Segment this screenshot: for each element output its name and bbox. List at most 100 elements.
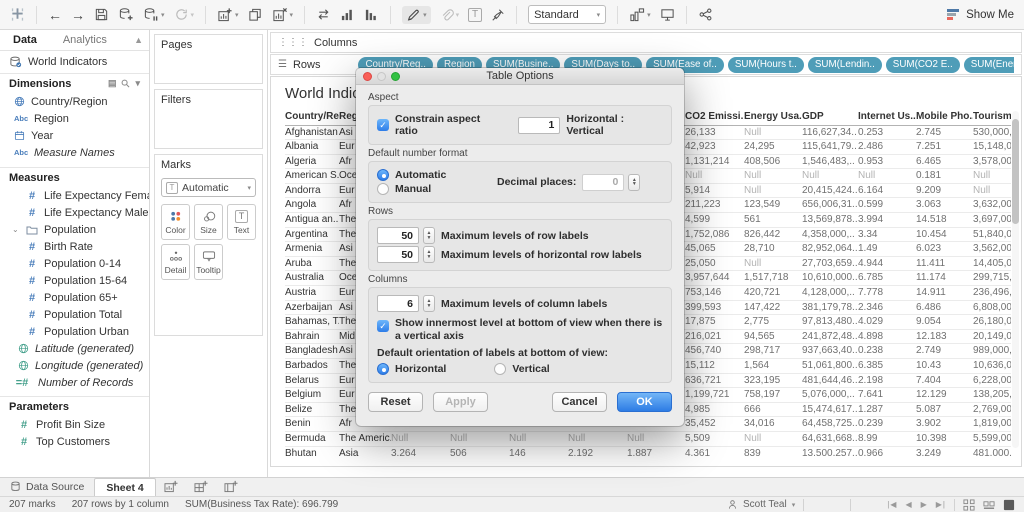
shelf-pill[interactable]: SUM(CO2 E.. [886,57,960,73]
value-cell[interactable]: Null [391,431,450,446]
shelf-pill[interactable]: SUM(Energy.. [964,57,1014,73]
view-list-icon[interactable]: ▤ [108,78,117,89]
value-cell[interactable]: 138,205,0.. [973,388,1011,403]
value-cell[interactable]: 5,914 [685,183,744,198]
value-cell[interactable]: 666 [744,402,802,417]
row-header-cell[interactable]: Belize [285,402,339,417]
value-cell[interactable]: 0.966 [858,446,916,456]
value-cell[interactable]: 3.34 [858,227,916,242]
horizontal-row-levels-stepper[interactable]: ▲▼ [423,246,435,263]
value-cell[interactable]: 0.238 [858,344,916,359]
field-life-expectancy-male[interactable]: #Life Expectancy Male [0,204,149,221]
value-cell[interactable]: 4,361 [685,446,744,456]
pages-shelf[interactable]: Pages [154,34,263,84]
value-cell[interactable]: 82,952,064.. [802,242,858,257]
column-header[interactable]: CO2 Emissi.. [685,109,744,125]
redo-button[interactable]: → [71,8,85,22]
value-cell[interactable]: Null [973,169,1011,184]
value-cell[interactable]: 4.898 [858,329,916,344]
value-cell[interactable]: 5.087 [916,402,973,417]
value-cell[interactable]: 1.287 [858,402,916,417]
value-cell[interactable]: 3.063 [916,198,973,213]
value-cell[interactable]: 24,295 [744,140,802,155]
row-header-cell[interactable]: Barbados [285,359,339,374]
apply-button[interactable]: Apply [433,392,488,412]
value-cell[interactable]: 6.164 [858,183,916,198]
value-cell[interactable]: 3.994 [858,213,916,228]
text-annotation-button[interactable]: T [468,8,482,22]
row-header-cell[interactable]: Azerbaijan [285,300,339,315]
pause-auto-updates-button[interactable]: ▾ [143,7,165,22]
filters-shelf[interactable]: Filters [154,89,263,149]
field-birth-rate[interactable]: #Birth Rate [0,238,149,255]
row-header-cell[interactable]: Asia [339,446,391,456]
value-cell[interactable]: 147,422 [744,300,802,315]
field-profit-bin-size[interactable]: #Profit Bin Size [0,416,149,433]
reset-button[interactable]: Reset [368,392,423,412]
field-region[interactable]: Abc Region [0,110,149,127]
vertical-radio[interactable] [494,363,506,375]
field-measure-names[interactable]: Abc Measure Names [0,144,149,161]
new-story-tab-button[interactable] [216,477,246,496]
tab-data[interactable]: Data [0,34,50,46]
manual-radio[interactable] [377,183,389,195]
value-cell[interactable]: 1,131,214 [685,154,744,169]
automatic-radio[interactable] [377,169,389,181]
value-cell[interactable]: 989,000,0.. [973,344,1011,359]
field-country-region[interactable]: Country/Region [0,93,149,110]
value-cell[interactable]: 241,872,48.. [802,329,858,344]
decimal-places-stepper[interactable]: ▲▼ [628,174,640,191]
field-latitude-generated[interactable]: Latitude (generated) [0,340,149,357]
value-cell[interactable]: 298,717 [744,344,802,359]
value-cell[interactable]: 3.902 [916,417,973,432]
sort-ascending-button[interactable] [340,7,355,22]
show-sheet-sorter-button[interactable] [963,499,975,511]
columns-shelf[interactable]: ⋮⋮⋮ Columns [270,32,1022,53]
value-cell[interactable]: 5,509 [685,431,744,446]
undo-button[interactable]: ← [48,8,62,22]
fit-selector[interactable]: Standard▾ [528,5,606,24]
show-me-button[interactable]: Show Me [947,9,1014,21]
value-cell[interactable]: Null [450,431,509,446]
value-cell[interactable]: 4,128,000,.. [802,286,858,301]
row-header-cell[interactable]: Andorra [285,183,339,198]
value-cell[interactable]: 481,000,0.. [973,446,1011,456]
field-longitude-generated[interactable]: Longitude (generated) [0,357,149,374]
value-cell[interactable]: Null [568,431,627,446]
value-cell[interactable]: 6.385 [858,359,916,374]
column-header[interactable]: Tourism In.. [973,109,1011,125]
value-cell[interactable]: 2.346 [858,300,916,315]
ok-button[interactable]: OK [617,392,672,412]
value-cell[interactable]: 7.641 [858,388,916,403]
value-cell[interactable]: 26,180,00.. [973,315,1011,330]
new-dashboard-tab-button[interactable] [186,477,216,496]
pane-menu-icon[interactable]: ▾ [135,78,140,89]
column-levels-input[interactable]: 6 [377,295,419,312]
value-cell[interactable]: 2.192 [568,446,627,456]
row-header-cell[interactable]: Benin [285,417,339,432]
value-cell[interactable]: 4.029 [858,315,916,330]
value-cell[interactable]: 3,957,644 [685,271,744,286]
value-cell[interactable]: 10.454 [916,227,973,242]
value-cell[interactable]: 753,146 [685,286,744,301]
row-header-cell[interactable]: Bahamas, T.. [285,315,339,330]
field-year[interactable]: Year [0,127,149,144]
row-header-cell[interactable]: Bermuda [285,431,339,446]
row-header-cell[interactable]: Belgium [285,388,339,403]
value-cell[interactable]: 14.518 [916,213,973,228]
row-header-cell[interactable]: Bhutan [285,446,339,456]
value-cell[interactable]: 13,500,257.. [802,446,858,456]
value-cell[interactable]: 1,819,000.. [973,417,1011,432]
value-cell[interactable]: 11.411 [916,256,973,271]
tab-analytics[interactable]: Analytics [50,34,120,46]
vertical-scrollbar-thumb[interactable] [1012,119,1019,224]
field-population-total[interactable]: #Population Total [0,306,149,323]
value-cell[interactable]: 530,000,0.. [973,125,1011,140]
zoom-window-icon[interactable] [391,72,400,81]
value-cell[interactable]: 26,133 [685,125,744,140]
value-cell[interactable]: 2.749 [916,344,973,359]
value-cell[interactable]: 481,644,46.. [802,373,858,388]
run-update-button[interactable]: ▾ [174,7,195,22]
value-cell[interactable]: 9.054 [916,315,973,330]
presentation-mode-button[interactable] [660,7,675,22]
